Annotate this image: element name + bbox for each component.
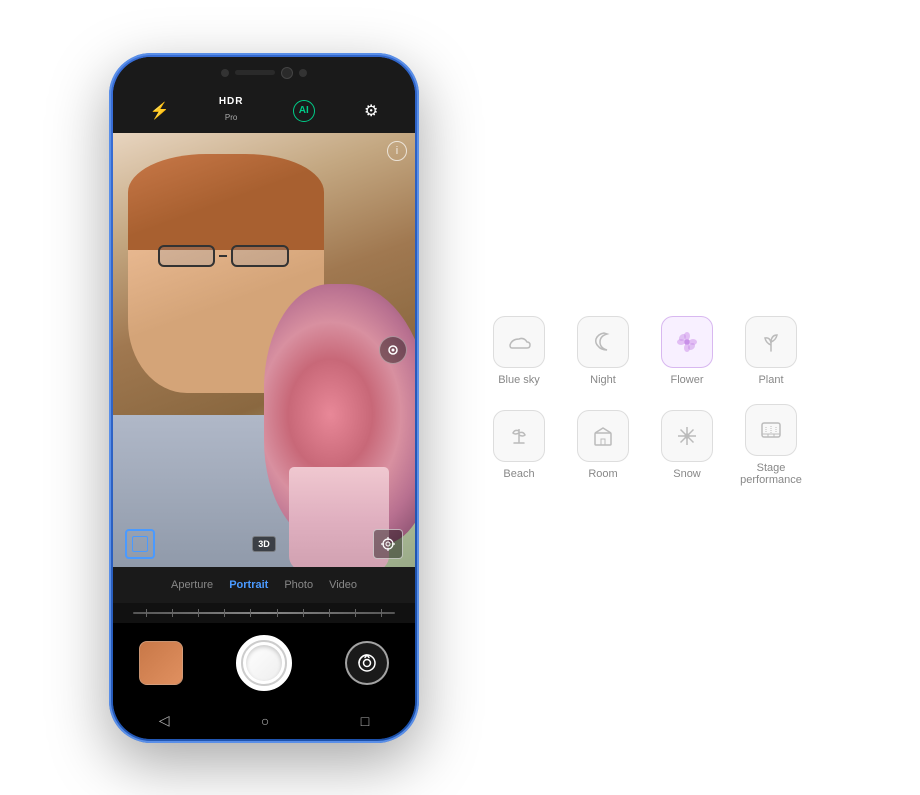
tick <box>172 609 173 617</box>
viewfinder[interactable]: i <box>113 133 415 567</box>
glass-bridge <box>219 255 227 257</box>
room-label: Room <box>588 468 617 480</box>
room-icon <box>577 410 629 462</box>
tick <box>355 609 356 617</box>
tick <box>329 609 330 617</box>
phone-shell: ⚡ HDR Pro AI ⚙ <box>109 53 419 743</box>
plant-icon <box>745 316 797 368</box>
shutter-dot <box>246 645 282 681</box>
phone-top-bar <box>113 57 415 89</box>
stage-performance-label: Stage performance <box>731 462 811 486</box>
mode-portrait[interactable]: Portrait <box>229 579 268 591</box>
face-scan-button[interactable] <box>373 529 403 559</box>
scene-flower[interactable]: Flower <box>647 306 727 396</box>
navigation-bar: ◁ ○ □ <box>113 703 415 739</box>
night-label: Night <box>590 374 616 386</box>
tick <box>146 609 147 617</box>
tick <box>250 609 251 617</box>
hdr-text: HDR <box>219 96 244 107</box>
zoom-control[interactable] <box>379 336 407 364</box>
front-camera-lens <box>281 67 293 79</box>
tick <box>198 609 199 617</box>
recents-nav-icon[interactable]: □ <box>361 713 369 729</box>
mode-aperture[interactable]: Aperture <box>171 579 213 591</box>
snow-icon <box>661 410 713 462</box>
gallery-thumbnail[interactable] <box>139 641 183 685</box>
back-nav-icon[interactable]: ◁ <box>159 712 170 729</box>
flower-arrangement <box>264 284 415 544</box>
blue-sky-icon <box>493 316 545 368</box>
snow-label: Snow <box>673 468 701 480</box>
pro-text: Pro <box>225 113 237 122</box>
camera-bottom-row: 3D <box>113 529 415 559</box>
flower-label: Flower <box>670 374 703 386</box>
front-camera-area <box>221 67 307 79</box>
scene-blue-sky[interactable]: Blue sky <box>479 306 559 396</box>
stage-icon <box>745 404 797 456</box>
phone-inner: ⚡ HDR Pro AI ⚙ <box>113 57 415 739</box>
page-container: ⚡ HDR Pro AI ⚙ <box>0 0 920 795</box>
front-sensor2-icon <box>299 69 307 77</box>
photo-content <box>113 133 415 567</box>
speaker-grille <box>235 70 275 75</box>
plant-label: Plant <box>758 374 783 386</box>
3d-badge[interactable]: 3D <box>252 536 276 552</box>
scene-beach[interactable]: Beach <box>479 400 559 490</box>
tick <box>381 609 382 617</box>
slider-ticks <box>133 609 395 617</box>
tick <box>224 609 225 617</box>
scene-stage-performance[interactable]: Stage performance <box>731 400 811 490</box>
shutter-button[interactable] <box>236 635 292 691</box>
night-icon <box>577 316 629 368</box>
scene-snow[interactable]: Snow <box>647 400 727 490</box>
scene-room[interactable]: Room <box>563 400 643 490</box>
grid-button[interactable] <box>125 529 155 559</box>
camera-slider-bar[interactable] <box>113 603 415 623</box>
flower-bunch <box>264 284 415 544</box>
mode-photo[interactable]: Photo <box>284 579 313 591</box>
hair <box>128 154 324 249</box>
shutter-inner <box>241 640 287 686</box>
front-sensor-icon <box>221 69 229 77</box>
scene-recognition-grid: Blue sky Night <box>479 306 811 490</box>
scene-plant[interactable]: Plant <box>731 306 811 396</box>
flower-icon <box>661 316 713 368</box>
camera-controls-overlay <box>379 336 407 364</box>
camera-screen: ⚡ HDR Pro AI ⚙ <box>113 89 415 739</box>
grid-inner <box>132 536 148 552</box>
mode-video[interactable]: Video <box>329 579 357 591</box>
tick <box>277 609 278 617</box>
hdr-button[interactable]: HDR Pro <box>219 96 244 125</box>
camera-top-bar: ⚡ HDR Pro AI ⚙ <box>113 89 415 133</box>
glass-lens-right <box>231 245 289 267</box>
glass-lens-left <box>158 245 216 267</box>
camera-mode-bar: Aperture Portrait Photo Video <box>113 567 415 603</box>
blue-sky-label: Blue sky <box>498 374 540 386</box>
slider-track <box>133 612 395 614</box>
scene-night[interactable]: Night <box>563 306 643 396</box>
beach-label: Beach <box>503 468 534 480</box>
glasses <box>158 245 295 288</box>
home-nav-icon[interactable]: ○ <box>261 713 269 729</box>
ai-button[interactable]: AI <box>293 100 315 122</box>
settings-icon[interactable]: ⚙ <box>364 101 378 121</box>
camera-bottom-actions <box>113 623 415 703</box>
info-button[interactable]: i <box>387 141 407 161</box>
tick <box>303 609 304 617</box>
selfie-flip-button[interactable] <box>345 641 389 685</box>
beach-icon <box>493 410 545 462</box>
flash-icon[interactable]: ⚡ <box>150 101 170 121</box>
